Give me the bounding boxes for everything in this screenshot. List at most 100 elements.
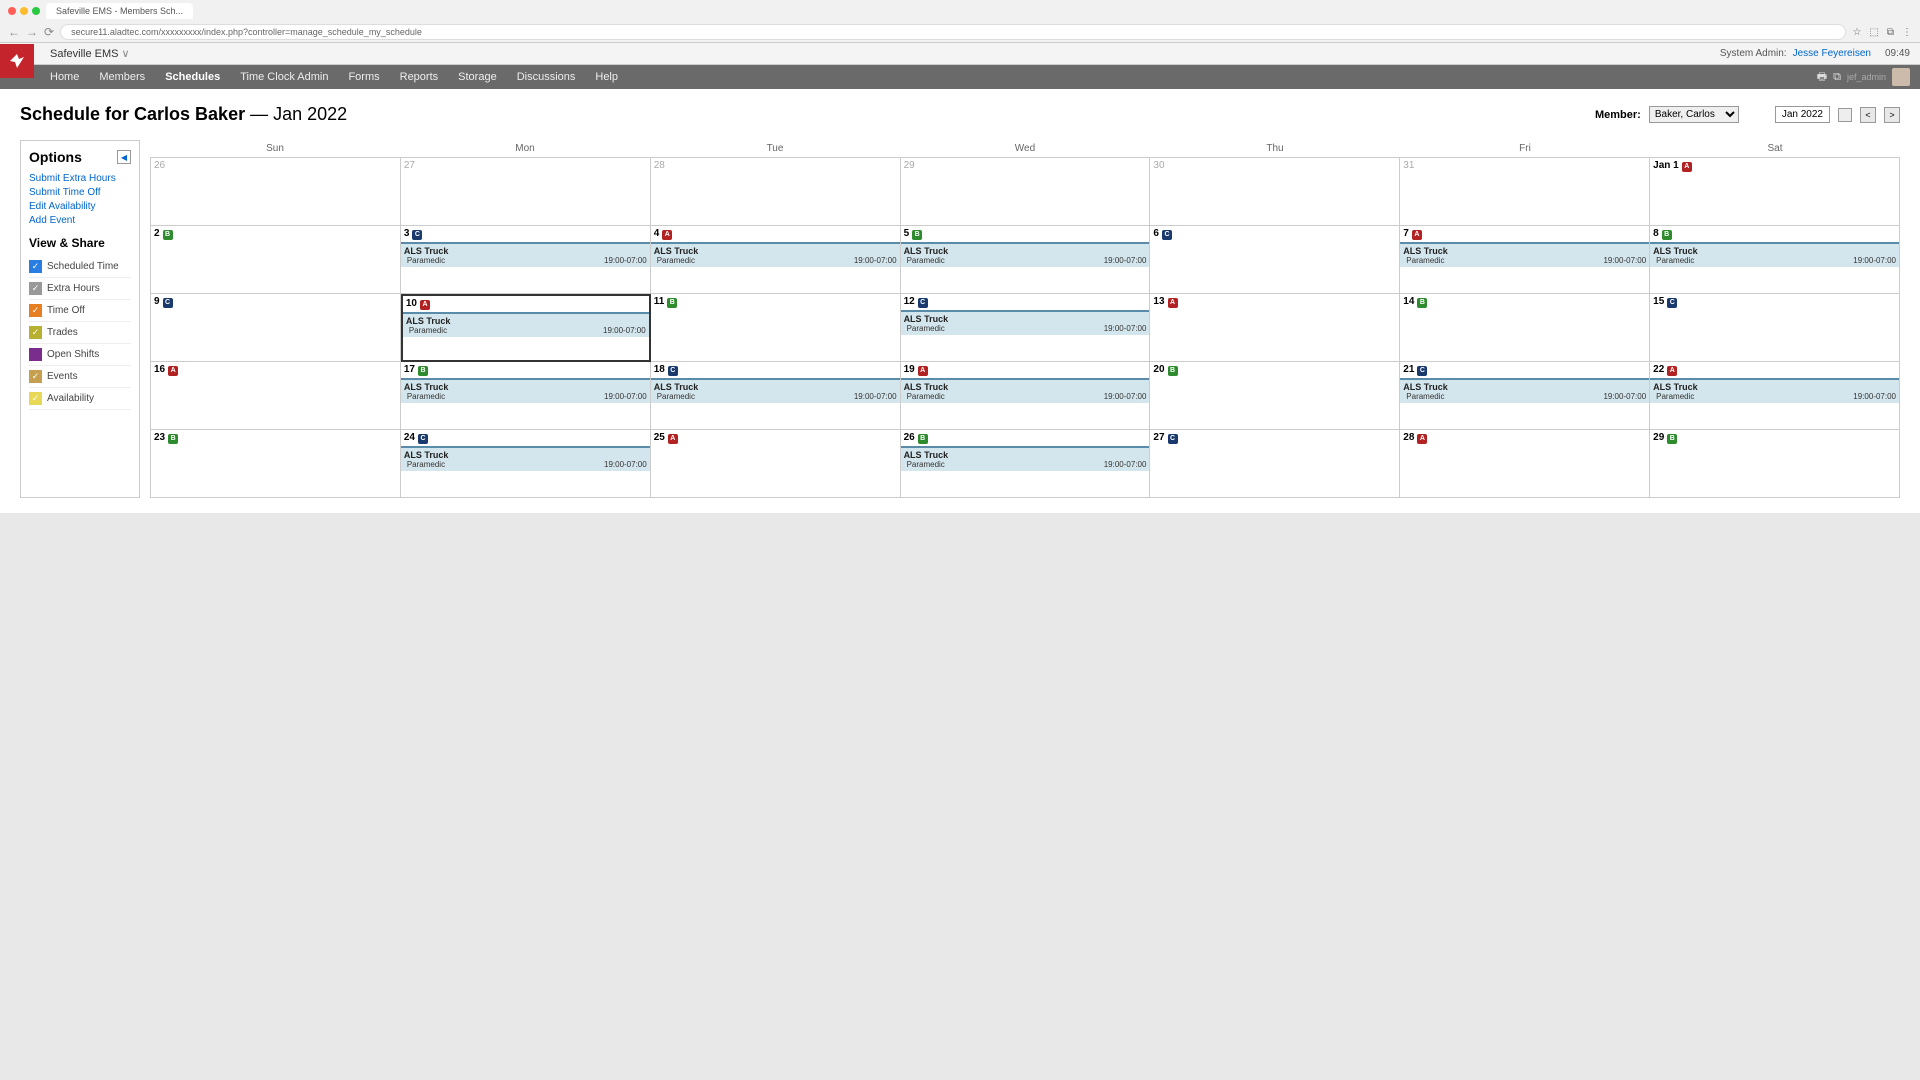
calendar-cell[interactable]: 18CALS TruckParamedic19:00-07:00	[651, 362, 901, 430]
back-icon[interactable]: ←	[8, 25, 20, 39]
collapse-icon[interactable]: ◀	[117, 150, 131, 164]
shift-block[interactable]: ALS TruckParamedic19:00-07:00	[403, 312, 649, 337]
calendar-cell[interactable]: 13A	[1150, 294, 1400, 362]
print-icon[interactable]: 🖶	[1817, 68, 1827, 87]
option-link[interactable]: Add Event	[29, 215, 131, 226]
refresh-icon[interactable]: ⟳	[44, 25, 54, 39]
calendar-cell[interactable]: 26	[151, 158, 401, 226]
filter-checkbox[interactable]: ✓	[29, 392, 42, 405]
forward-icon[interactable]: →	[26, 25, 38, 39]
calendar-cell[interactable]: 27	[401, 158, 651, 226]
shift-block[interactable]: ALS TruckParamedic19:00-07:00	[401, 446, 650, 471]
calendar-cell[interactable]: 14B	[1400, 294, 1650, 362]
calendar-cell[interactable]: 29	[901, 158, 1151, 226]
shift-block[interactable]: ALS TruckParamedic19:00-07:00	[1400, 242, 1649, 267]
browser-tab[interactable]: Safeville EMS - Members Sch...	[46, 3, 193, 19]
calendar-cell[interactable]: 24CALS TruckParamedic19:00-07:00	[401, 430, 651, 498]
calendar-cell[interactable]: 5BALS TruckParamedic19:00-07:00	[901, 226, 1151, 294]
shift-title: ALS Truck	[904, 314, 1147, 324]
export-icon[interactable]: ⧉	[1833, 71, 1841, 84]
calendar-cell[interactable]: 12C ALS TruckParamedic19:00-07:00	[901, 294, 1151, 362]
shift-block[interactable]: ALS TruckParamedic19:00-07:00	[901, 310, 1150, 335]
calendar-cell[interactable]: 4AALS TruckParamedic19:00-07:00	[651, 226, 901, 294]
day-header: Thu	[1150, 140, 1400, 157]
nav-item-forms[interactable]: Forms	[338, 65, 389, 89]
window-controls[interactable]	[8, 7, 40, 15]
calendar-cell[interactable]: 9C	[151, 294, 401, 362]
filter-checkbox[interactable]: ✓	[29, 326, 42, 339]
calendar-cell[interactable]: 7AALS TruckParamedic19:00-07:00	[1400, 226, 1650, 294]
filter-row[interactable]: ✓Scheduled Time	[29, 256, 131, 278]
avatar[interactable]	[1892, 68, 1910, 86]
prev-month-button[interactable]: <	[1860, 107, 1876, 123]
calendar-cell[interactable]: 6C	[1150, 226, 1400, 294]
shift-block[interactable]: ALS TruckParamedic19:00-07:00	[1650, 242, 1899, 267]
nav-item-schedules[interactable]: Schedules	[155, 65, 230, 89]
nav-item-reports[interactable]: Reports	[390, 65, 449, 89]
calendar-cell[interactable]: 16A	[151, 362, 401, 430]
calendar-cell[interactable]: 29B	[1650, 430, 1900, 498]
url-bar[interactable]: secure11.aladtec.com/xxxxxxxxx/index.php…	[60, 24, 1846, 40]
calendar-cell[interactable]: 19AALS TruckParamedic19:00-07:00	[901, 362, 1151, 430]
shift-block[interactable]: ALS TruckParamedic19:00-07:00	[1650, 378, 1899, 403]
shift-type-badge: B	[418, 366, 428, 376]
nav-item-discussions[interactable]: Discussions	[507, 65, 586, 89]
calendar-cell[interactable]: 28A	[1400, 430, 1650, 498]
calendar-cell[interactable]: 20B	[1150, 362, 1400, 430]
nav-item-members[interactable]: Members	[89, 65, 155, 89]
filter-checkbox[interactable]: ✓	[29, 282, 42, 295]
shift-block[interactable]: ALS TruckParamedic19:00-07:00	[901, 446, 1150, 471]
calendar-cell[interactable]: 27C	[1150, 430, 1400, 498]
filter-row[interactable]: ✓Availability	[29, 388, 131, 410]
day-number: 12C	[904, 296, 928, 308]
filter-row[interactable]: Open Shifts	[29, 344, 131, 366]
filter-checkbox[interactable]: ✓	[29, 370, 42, 383]
next-month-button[interactable]: >	[1884, 107, 1900, 123]
org-name[interactable]: Safeville EMS	[50, 47, 130, 60]
nav-item-storage[interactable]: Storage	[448, 65, 507, 89]
day-number: 23B	[154, 432, 178, 444]
option-link[interactable]: Submit Extra Hours	[29, 173, 131, 184]
brand-logo[interactable]	[0, 44, 34, 78]
admin-name-link[interactable]: Jesse Feyereisen	[1793, 48, 1871, 59]
filter-row[interactable]: ✓Extra Hours	[29, 278, 131, 300]
calendar-cell[interactable]: 3CALS TruckParamedic19:00-07:00	[401, 226, 651, 294]
calendar-cell[interactable]: 17BALS TruckParamedic19:00-07:00	[401, 362, 651, 430]
option-link[interactable]: Edit Availability	[29, 201, 131, 212]
calendar-cell[interactable]: 22AALS TruckParamedic19:00-07:00	[1650, 362, 1900, 430]
calendar-cell[interactable]: 2B	[151, 226, 401, 294]
shift-block[interactable]: ALS TruckParamedic19:00-07:00	[1400, 378, 1649, 403]
nav-item-time-clock-admin[interactable]: Time Clock Admin	[230, 65, 338, 89]
nav-item-home[interactable]: Home	[40, 65, 89, 89]
filter-row[interactable]: ✓Time Off	[29, 300, 131, 322]
calendar-cell[interactable]: 28	[651, 158, 901, 226]
filter-checkbox[interactable]: ✓	[29, 304, 42, 317]
filter-checkbox[interactable]: ✓	[29, 260, 42, 273]
calendar-cell[interactable]: 15C	[1650, 294, 1900, 362]
shift-block[interactable]: ALS TruckParamedic19:00-07:00	[901, 378, 1150, 403]
filter-checkbox[interactable]	[29, 348, 42, 361]
calendar-cell[interactable]: 11B	[651, 294, 901, 362]
shift-title: ALS Truck	[1653, 382, 1896, 392]
calendar-cell[interactable]: 25A	[651, 430, 901, 498]
shift-block[interactable]: ALS TruckParamedic19:00-07:00	[401, 378, 650, 403]
filter-row[interactable]: ✓Trades	[29, 322, 131, 344]
shift-block[interactable]: ALS TruckParamedic19:00-07:00	[901, 242, 1150, 267]
calendar-cell[interactable]: 10AALS TruckParamedic19:00-07:00	[401, 294, 651, 362]
browser-toolbar-icons[interactable]: ☆⬚⧉⋮	[1852, 27, 1912, 38]
option-link[interactable]: Submit Time Off	[29, 187, 131, 198]
calendar-cell[interactable]: 31	[1400, 158, 1650, 226]
calendar-cell[interactable]: 21CALS TruckParamedic19:00-07:00	[1400, 362, 1650, 430]
nav-item-help[interactable]: Help	[585, 65, 628, 89]
shift-block[interactable]: ALS TruckParamedic19:00-07:00	[651, 242, 900, 267]
calendar-cell[interactable]: 23B	[151, 430, 401, 498]
shift-block[interactable]: ALS TruckParamedic19:00-07:00	[651, 378, 900, 403]
calendar-cell[interactable]: Jan 1A	[1650, 158, 1900, 226]
calendar-cell[interactable]: 26BALS TruckParamedic19:00-07:00	[901, 430, 1151, 498]
filter-row[interactable]: ✓Events	[29, 366, 131, 388]
calendar-cell[interactable]: 8BALS TruckParamedic19:00-07:00	[1650, 226, 1900, 294]
shift-block[interactable]: ALS TruckParamedic19:00-07:00	[401, 242, 650, 267]
calendar-cell[interactable]: 30	[1150, 158, 1400, 226]
calendar-icon[interactable]	[1838, 108, 1852, 122]
member-select[interactable]: Baker, Carlos	[1649, 106, 1739, 123]
